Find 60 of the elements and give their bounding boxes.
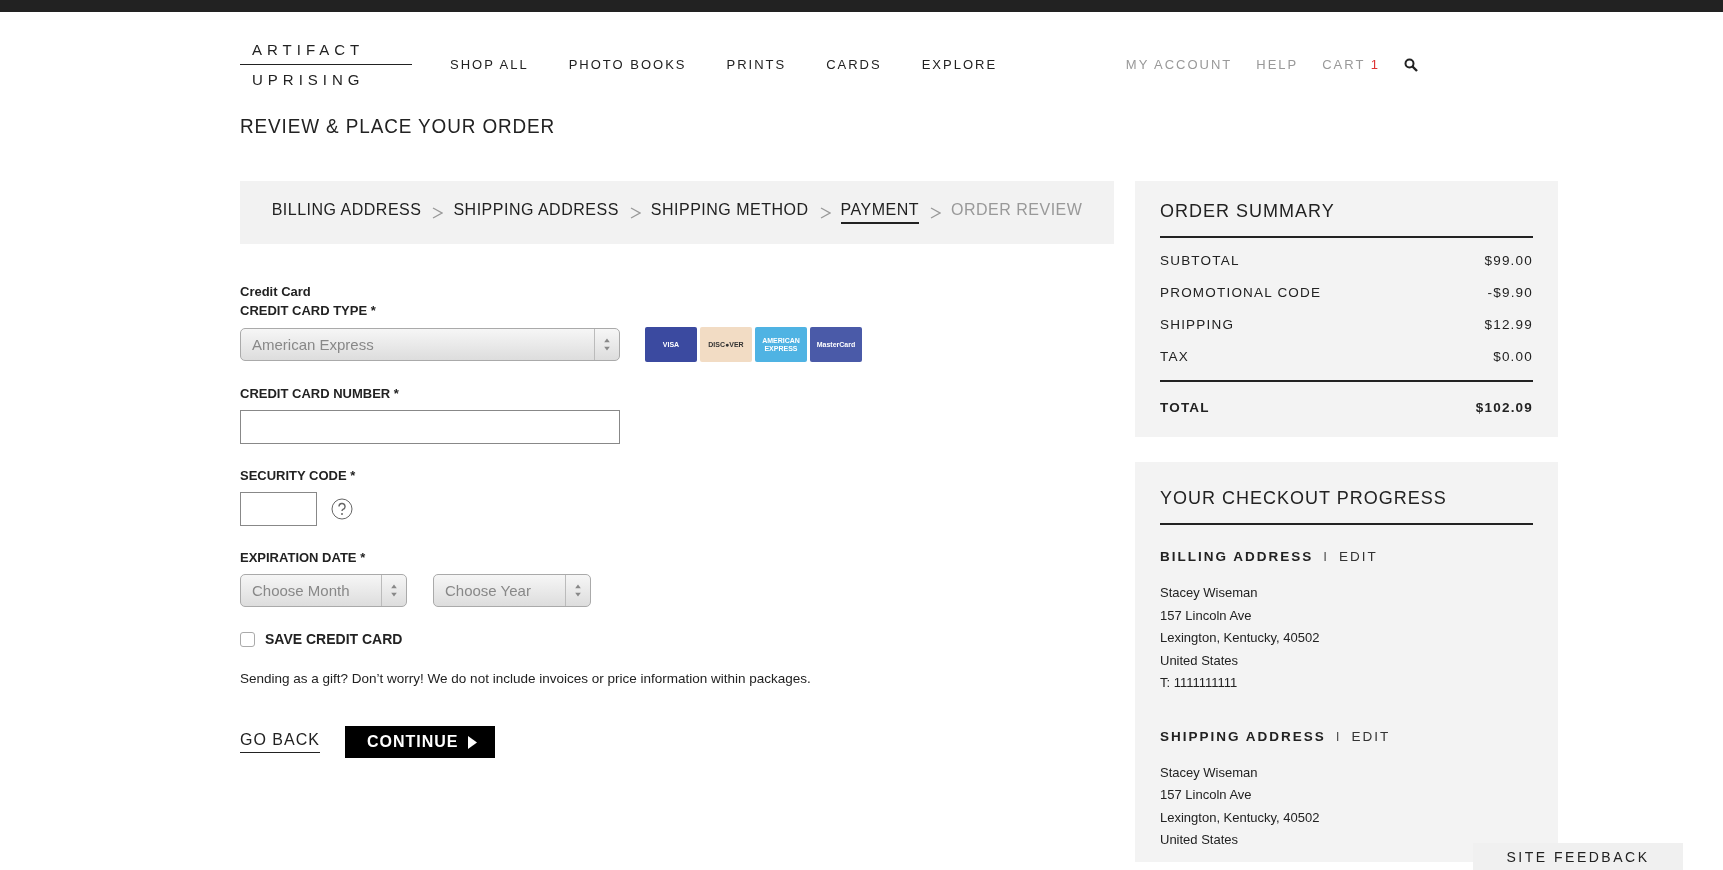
section-heading: BILLING ADDRESS	[1160, 549, 1314, 564]
breadcrumb-step[interactable]: SHIPPING METHOD	[650, 201, 809, 224]
summary-label: PROMOTIONAL CODE	[1160, 284, 1322, 300]
nav-link[interactable]: PRINTS	[726, 57, 787, 72]
site-feedback-tab[interactable]: SITE FEEDBACK	[1473, 843, 1683, 870]
edit-link[interactable]: EDIT	[1339, 549, 1378, 564]
nav-link[interactable]: EXPLORE	[921, 57, 998, 72]
checkbox[interactable]	[240, 631, 255, 647]
logo-text[interactable]: ARTIFACT	[240, 41, 412, 64]
chevron-icon	[431, 205, 444, 220]
help-icon[interactable]	[331, 498, 353, 520]
field-label: SECURITY CODE *	[240, 468, 357, 483]
field-label: CREDIT CARD NUMBER *	[240, 386, 400, 401]
nav-link[interactable]: CARDS	[826, 57, 882, 72]
chevron-icon	[818, 205, 831, 220]
security-code-input[interactable]	[240, 492, 317, 526]
search-icon[interactable]	[1404, 57, 1418, 72]
breadcrumb-step[interactable]: PAYMENT	[840, 201, 919, 224]
play-icon	[468, 735, 478, 749]
breadcrumb-step[interactable]: BILLING ADDRESS	[271, 201, 422, 224]
summary-value: $0.00	[1493, 348, 1533, 364]
nav-link[interactable]: SHOP ALL	[450, 57, 529, 72]
total-label: TOTAL	[1160, 400, 1210, 415]
address-line: Stacey Wiseman	[1160, 763, 1259, 782]
chevron-icon	[929, 205, 941, 220]
section-heading: SHIPPING ADDRESS	[1160, 728, 1326, 744]
address-line: 157 Lincoln Ave	[1160, 606, 1253, 625]
checkbox-label: SAVE CREDIT CARD	[265, 631, 403, 647]
summary-value: -$9.90	[1487, 284, 1533, 300]
card-title: YOUR CHECKOUT PROGRESS	[1160, 488, 1533, 525]
cart-link[interactable]: CART 1	[1322, 57, 1380, 72]
breadcrumb-step[interactable]: SHIPPING ADDRESS	[453, 201, 619, 224]
address-line: Lexington, Kentucky, 40502	[1160, 808, 1321, 827]
card-number-input[interactable]	[240, 410, 620, 444]
address-line: United States	[1160, 651, 1240, 670]
summary-label: SUBTOTAL	[1160, 252, 1240, 268]
chevron-icon	[628, 205, 641, 220]
address-line: Lexington, Kentucky, 40502	[1160, 629, 1321, 647]
go-back-link[interactable]: GO BACK	[240, 731, 320, 753]
address-line: United States	[1160, 831, 1240, 849]
field-label: CREDIT CARD TYPE *	[240, 303, 377, 318]
page-title: REVIEW & PLACE YOUR ORDER	[240, 117, 557, 139]
field-label: EXPIRATION DATE *	[240, 550, 367, 565]
summary-value: $12.99	[1484, 316, 1533, 332]
total-value: $102.09	[1475, 400, 1533, 415]
address-line: Stacey Wiseman	[1160, 584, 1259, 602]
edit-link[interactable]: EDIT	[1351, 728, 1391, 744]
continue-button[interactable]: CONTINUE	[344, 726, 496, 758]
gift-note: Sending as a gift? Don’t worry! We do not include invoices or price information within packages.	[240, 671, 812, 686]
logo-text[interactable]: UPRISING	[240, 64, 412, 88]
separator-text: I	[1335, 728, 1342, 744]
address-line: 157 Lincoln Ave	[1160, 786, 1253, 804]
section-title: Credit Card	[240, 284, 312, 299]
summary-label: TAX	[1160, 348, 1189, 364]
card-title: ORDER SUMMARY	[1160, 201, 1533, 238]
nav-link[interactable]: PHOTO BOOKS	[568, 57, 687, 72]
summary-label: SHIPPING	[1160, 316, 1235, 332]
summary-value: $99.00	[1484, 252, 1533, 268]
separator-text: I	[1323, 549, 1330, 564]
address-line: T: 1111111111	[1160, 674, 1239, 692]
